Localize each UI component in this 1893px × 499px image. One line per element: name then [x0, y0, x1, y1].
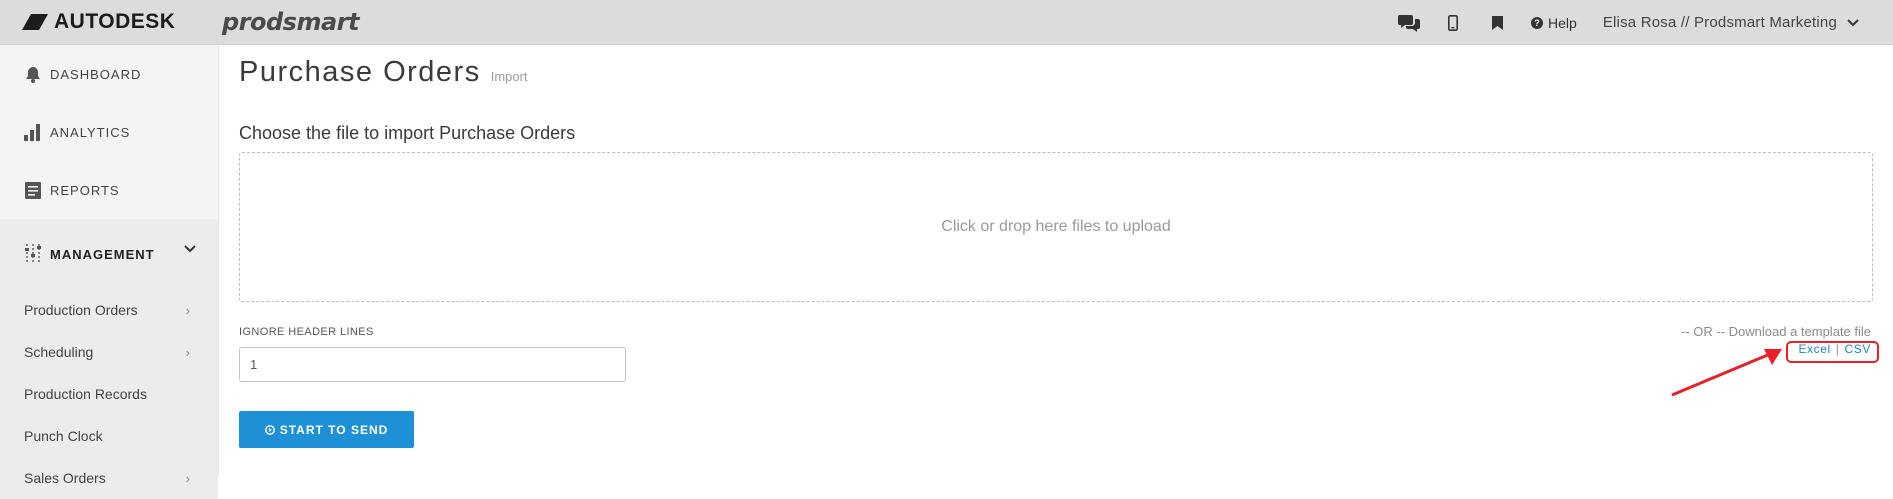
- brand-name: AUTODESK: [54, 10, 176, 33]
- autodesk-logo-icon: [22, 14, 48, 30]
- user-name: Elisa Rosa // Prodsmart Marketing: [1602, 14, 1837, 31]
- reports-icon: [24, 181, 42, 199]
- prodsmart-logo[interactable]: prodsmart: [222, 8, 359, 36]
- help-icon: ?: [1531, 16, 1544, 29]
- sidebar-subitem-label: Punch Clock: [24, 428, 103, 444]
- top-right-toolbar: ? Help Elisa Rosa // Prodsmart Marketing: [1387, 0, 1859, 45]
- start-to-send-button[interactable]: START TO SEND: [239, 411, 414, 448]
- main-content: Purchase Orders Import Choose the file t…: [220, 45, 1893, 475]
- page-subtitle: Import: [490, 69, 528, 84]
- sidebar-subitem-label: Production Orders: [24, 302, 138, 318]
- mobile-icon[interactable]: [1431, 0, 1475, 45]
- play-circle-icon: [264, 424, 275, 435]
- page-title: Purchase Orders Import: [239, 56, 528, 89]
- start-to-send-label: START TO SEND: [279, 422, 389, 437]
- sidebar-item-label: DASHBOARD: [50, 66, 142, 82]
- top-bar: AUTODESK prodsmart ? Help Elisa Rosa // …: [0, 0, 1893, 45]
- chevron-right-icon: ›: [185, 470, 190, 486]
- ignore-header-lines-label: IGNORE HEADER LINES: [239, 326, 374, 338]
- sidebar-subitem-production-orders[interactable]: Production Orders ›: [0, 289, 218, 331]
- sidebar-item-label: REPORTS: [50, 182, 120, 198]
- choose-file-label: Choose the file to import Purchase Order…: [239, 123, 576, 143]
- bell-icon: [24, 65, 42, 83]
- page-title-text: Purchase Orders: [239, 56, 481, 88]
- sidebar-item-dashboard[interactable]: DASHBOARD: [0, 45, 218, 103]
- annotation-arrow: [1671, 349, 1782, 397]
- chat-icon[interactable]: [1387, 0, 1431, 45]
- sidebar-item-label: MANAGEMENT: [50, 246, 155, 262]
- bar-chart-icon: [24, 123, 42, 141]
- chevron-down-icon: [1847, 18, 1859, 26]
- download-template-text: -- OR -- Download a template file: [1680, 324, 1871, 339]
- file-dropzone[interactable]: Click or drop here files to upload: [239, 152, 1873, 302]
- chevron-right-icon: ›: [185, 344, 190, 360]
- help-label: Help: [1548, 14, 1577, 31]
- sidebar-subitem-label: Production Records: [24, 386, 147, 402]
- sliders-icon: [24, 243, 42, 265]
- user-menu[interactable]: Elisa Rosa // Prodsmart Marketing: [1603, 14, 1859, 31]
- dropzone-text: Click or drop here files to upload: [941, 218, 1171, 235]
- chevron-right-icon: ›: [185, 302, 190, 318]
- autodesk-logo[interactable]: AUTODESK: [22, 10, 176, 33]
- sidebar-subitem-punch-clock[interactable]: Punch Clock: [0, 415, 218, 457]
- chevron-down-icon: [184, 245, 196, 253]
- sidebar-item-reports[interactable]: REPORTS: [0, 161, 218, 219]
- sidebar-item-management[interactable]: MANAGEMENT: [0, 219, 218, 289]
- sidebar-subitem-scheduling[interactable]: Scheduling ›: [0, 331, 218, 373]
- sidebar-subitem-sales-orders[interactable]: Sales Orders ›: [0, 457, 218, 499]
- bookmark-icon[interactable]: [1475, 0, 1519, 45]
- sidebar-subitem-label: Sales Orders: [24, 470, 106, 486]
- sidebar-subitem-label: Scheduling: [24, 344, 94, 360]
- help-link[interactable]: ? Help: [1531, 15, 1577, 31]
- sidebar: DASHBOARD ANALYTICS REPORTS MANAGEMENT P…: [0, 45, 219, 499]
- ignore-header-lines-input[interactable]: [239, 347, 626, 382]
- sidebar-item-label: ANALYTICS: [50, 124, 131, 140]
- sidebar-item-analytics[interactable]: ANALYTICS: [0, 103, 218, 161]
- annotation-highlight-box: [1786, 341, 1879, 363]
- sidebar-subitem-production-records[interactable]: Production Records: [0, 373, 218, 415]
